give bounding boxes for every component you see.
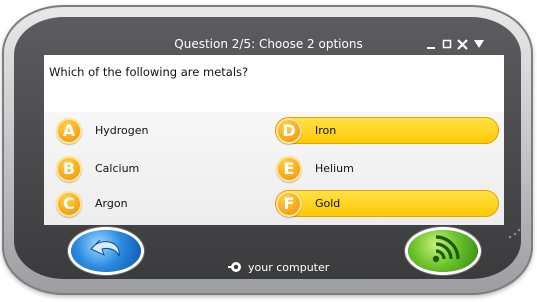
option-letter-badge: F [276, 190, 302, 217]
option-letter-badge: B [56, 155, 82, 182]
option-label: Hydrogen [95, 124, 149, 137]
maximize-icon[interactable] [440, 37, 453, 51]
option-label: Calcium [95, 162, 140, 175]
resize-grip-icon[interactable] [507, 226, 521, 240]
question-text: Which of the following are metals? [49, 65, 249, 79]
dropdown-icon[interactable] [472, 37, 485, 51]
close-icon[interactable] [456, 37, 469, 51]
minimize-icon[interactable] [424, 37, 437, 51]
option-a[interactable]: A Hydrogen [55, 117, 275, 144]
computer-icon [228, 262, 241, 272]
option-letter-badge: D [276, 117, 302, 144]
option-label: Gold [315, 197, 341, 210]
option-letter-badge: C [56, 190, 82, 217]
option-e[interactable]: E Helium [275, 155, 499, 182]
wifi-icon [432, 235, 460, 263]
option-f[interactable]: F Gold [275, 190, 499, 217]
option-letter-badge: E [276, 155, 302, 182]
question-panel: Which of the following are metals? [44, 55, 504, 113]
option-label: Helium [315, 162, 354, 175]
option-label: Iron [315, 124, 337, 137]
back-button[interactable] [71, 230, 141, 272]
back-arrow-icon [90, 239, 120, 257]
footer: your computer [228, 259, 329, 275]
footer-label: your computer [248, 260, 330, 274]
option-b[interactable]: B Calcium [55, 155, 275, 182]
option-d[interactable]: D Iron [275, 117, 499, 144]
submit-button[interactable] [408, 230, 478, 272]
option-c[interactable]: C Argon [55, 190, 275, 217]
window-controls [424, 36, 485, 52]
option-label: Argon [95, 197, 128, 210]
option-letter-badge: A [56, 117, 82, 144]
